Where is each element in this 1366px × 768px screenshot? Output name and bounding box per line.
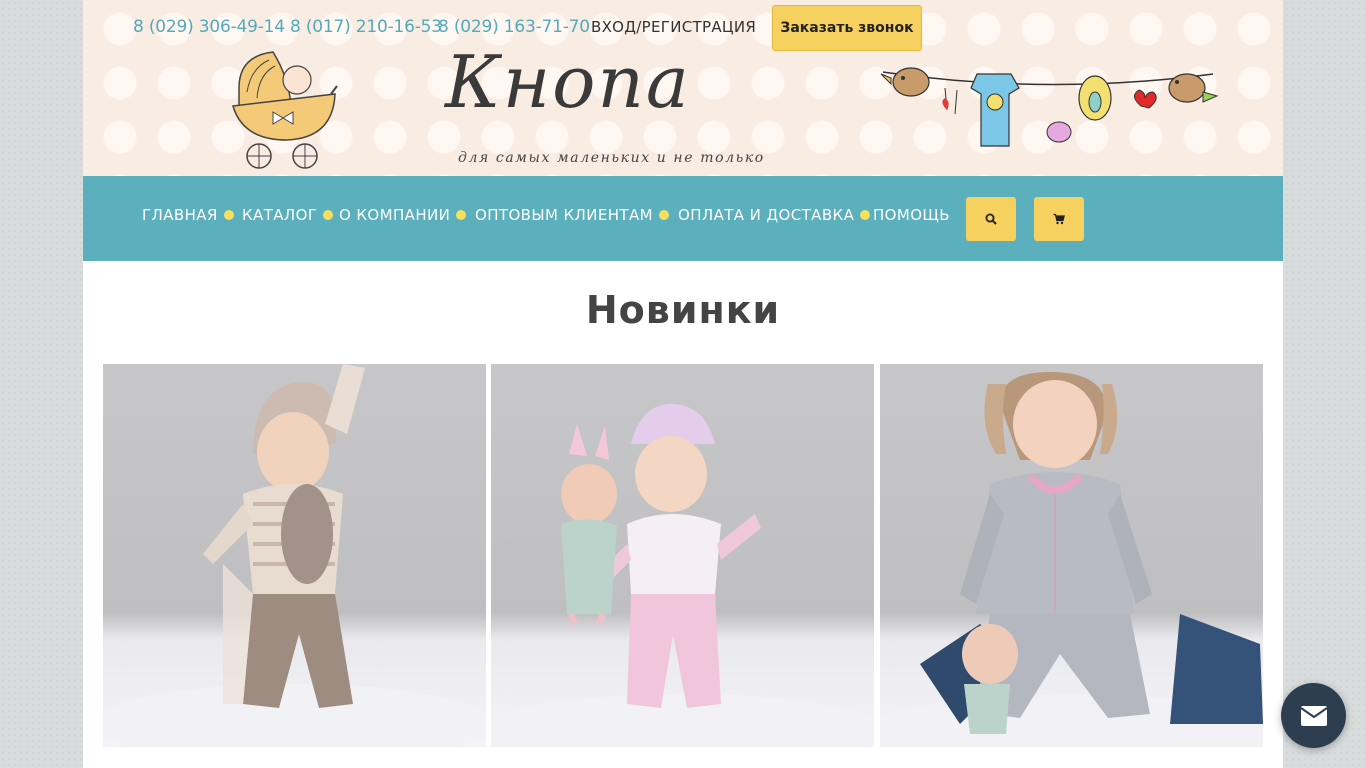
toddler-striped-outfit-photo — [103, 364, 486, 747]
cart-button[interactable] — [1034, 197, 1084, 241]
nav-separator-dot — [456, 210, 467, 220]
nav-item-catalog[interactable]: КАТАЛОГ — [242, 206, 334, 224]
nav-item-payment-delivery[interactable]: ОПЛАТА И ДОСТАВКА — [678, 206, 871, 224]
page: 8 (029) 306-49-14 8 (017) 210-16-53 8 (0… — [83, 0, 1283, 768]
search-button[interactable] — [966, 197, 1016, 241]
nav-item-about[interactable]: О КОМПАНИИ — [339, 206, 467, 224]
nav-label-about: О КОМПАНИИ — [339, 206, 451, 224]
cart-icon — [1053, 213, 1065, 225]
clothesline-decoration — [880, 67, 1219, 147]
site-header: 8 (029) 306-49-14 8 (017) 210-16-53 8 (0… — [83, 0, 1283, 176]
product-card-3[interactable] — [880, 364, 1263, 747]
phone-link-1[interactable]: 8 (029) 306-49-14 — [133, 17, 285, 37]
nav-separator-dot — [323, 210, 334, 220]
mail-icon — [1299, 705, 1328, 726]
nav-label-payment-delivery: ОПЛАТА И ДОСТАВКА — [678, 206, 855, 224]
logo-tagline: для самых маленьких и не только — [458, 150, 765, 166]
nav-item-home[interactable]: ГЛАВНАЯ — [142, 206, 234, 224]
nav-item-wholesale[interactable]: ОПТОВЫМ КЛИЕНТАМ — [475, 206, 669, 224]
login-register-link[interactable]: ВХОД/РЕГИСТРАЦИЯ — [591, 18, 756, 36]
product-card-2[interactable] — [491, 364, 874, 747]
phone-link-2[interactable]: 8 (017) 210-16-53 — [290, 17, 442, 37]
nav-separator-dot — [658, 210, 669, 220]
nav-item-help[interactable]: ПОМОЩЬ — [873, 206, 950, 224]
girl-with-doll-pink-outfit-photo — [491, 404, 874, 747]
new-arrivals-title: Новинки — [585, 288, 781, 332]
request-callback-button[interactable]: Заказать звонок — [772, 5, 922, 51]
chat-widget-button[interactable] — [1281, 683, 1346, 748]
nav-label-help: ПОМОЩЬ — [873, 206, 950, 224]
nav-label-home: ГЛАВНАЯ — [142, 206, 218, 224]
search-icon — [985, 213, 997, 225]
nav-label-catalog: КАТАЛОГ — [242, 206, 318, 224]
nav-label-wholesale: ОПТОВЫМ КЛИЕНТАМ — [475, 206, 653, 224]
phone-link-3[interactable]: 8 (029) 163-71-70 — [438, 17, 590, 37]
stroller-illustration — [232, 51, 338, 169]
main-navigation: ГЛАВНАЯ КАТАЛОГ О КОМПАНИИ ОПТОВЫМ КЛИЕН… — [83, 176, 1283, 261]
logo-wordmark[interactable]: Кнопа — [445, 40, 745, 140]
product-card-1[interactable] — [103, 364, 486, 747]
girl-grey-tracksuit-photo — [880, 372, 1263, 747]
nav-separator-dot — [860, 210, 871, 220]
nav-separator-dot — [223, 210, 234, 220]
